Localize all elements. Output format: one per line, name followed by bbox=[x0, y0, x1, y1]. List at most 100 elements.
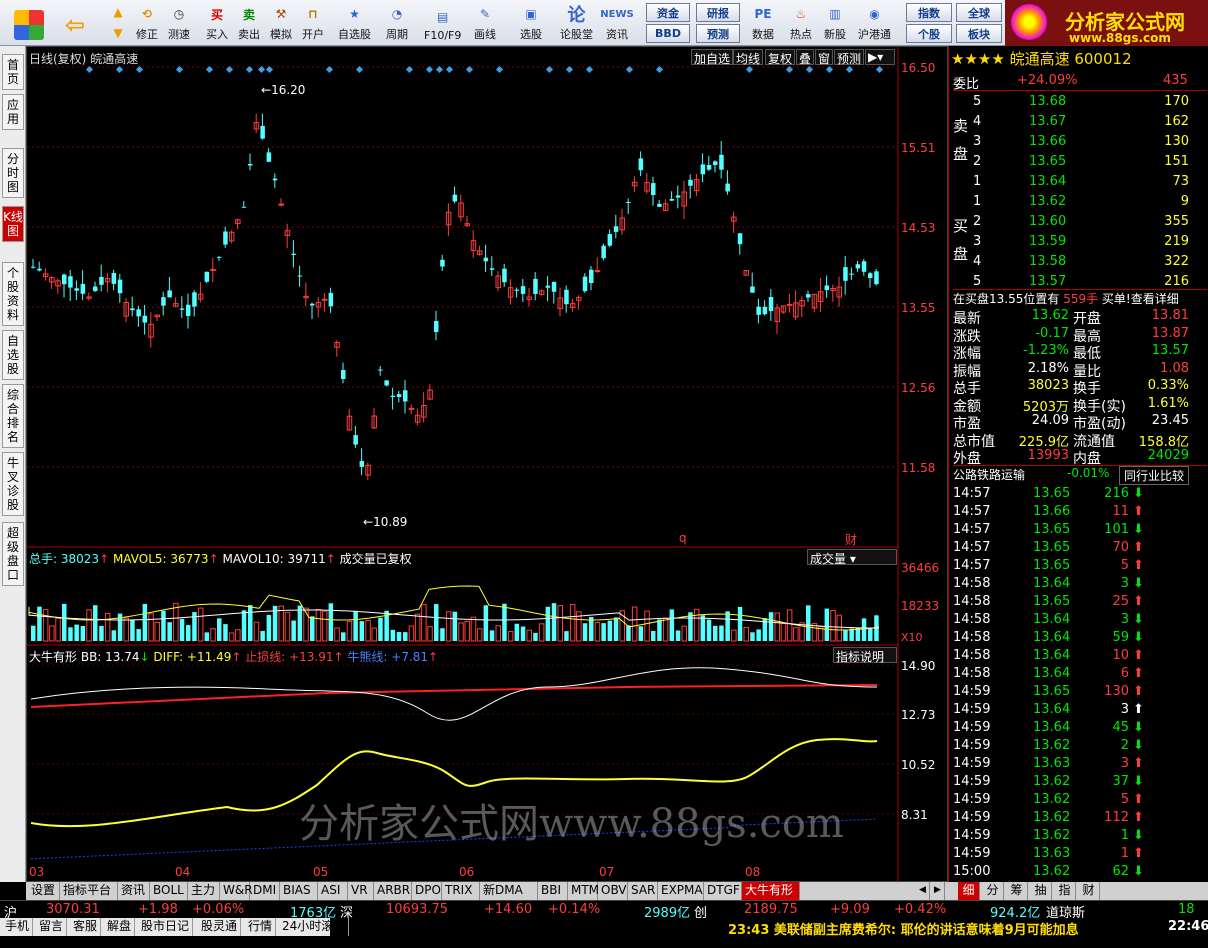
indicator-tab[interactable]: DTGF bbox=[704, 882, 742, 900]
sidenav-diagnosis[interactable]: 牛叉诊股 bbox=[2, 452, 24, 516]
candle-body bbox=[551, 281, 557, 292]
stat-value: 24.09 bbox=[1031, 413, 1069, 428]
f10-button[interactable]: ▤ F10/F9 bbox=[424, 2, 461, 44]
indicator-tab[interactable]: 指标平台 bbox=[60, 882, 118, 900]
tick-price: 13.64 bbox=[1033, 702, 1071, 717]
star-icon: ★ bbox=[349, 7, 360, 21]
candle-body bbox=[248, 164, 253, 166]
quick-link[interactable]: 股灵通 bbox=[198, 918, 242, 936]
bbd-button[interactable]: BBD bbox=[646, 24, 690, 43]
sector-pct: -0.01% bbox=[1067, 466, 1110, 480]
quick-link[interactable]: 手机 bbox=[2, 918, 34, 936]
sidenav-apps[interactable]: 应用 bbox=[2, 94, 24, 130]
event-marker-q[interactable]: q bbox=[679, 531, 687, 545]
quote-tab[interactable]: 分 bbox=[982, 882, 1004, 900]
volume-bar bbox=[346, 620, 353, 642]
tab-scroll-left-icon[interactable]: ◀ bbox=[916, 882, 930, 900]
candle-body bbox=[613, 226, 619, 232]
hk-connect-button[interactable]: ◉ 沪港通 bbox=[858, 2, 891, 44]
news-status-bar: 手机 留言 客服 解盘 股市日记 股灵通 行情 24小时滚动 23:43 美联储副主席费希尔:… bbox=[0, 918, 1208, 948]
scroll-arrows[interactable]: ▲ ▼ bbox=[106, 2, 130, 44]
indicator-tab[interactable]: 主力 bbox=[188, 882, 220, 900]
indicator-tab[interactable]: 设置 bbox=[28, 882, 60, 900]
indicator-tab[interactable]: 大牛有形 bbox=[742, 882, 800, 900]
funds-button[interactable]: 资金 bbox=[646, 3, 690, 22]
sidenav-level2[interactable]: 超级盘口 bbox=[2, 522, 24, 586]
indicator-tab[interactable]: DMI bbox=[250, 882, 280, 900]
indicator-tab[interactable]: OBV bbox=[598, 882, 628, 900]
data-button[interactable]: PE 数据 bbox=[752, 2, 774, 44]
quick-link[interactable]: 留言 bbox=[36, 918, 68, 936]
quick-link[interactable]: 行情 bbox=[245, 918, 277, 936]
quick-link[interactable]: 24小时滚动 bbox=[279, 918, 350, 936]
indicator-tab[interactable]: EXPMA bbox=[658, 882, 704, 900]
quote-tab[interactable]: 细 bbox=[958, 882, 980, 900]
quote-tab[interactable]: 抽 bbox=[1030, 882, 1052, 900]
indicator-tab[interactable]: VR bbox=[348, 882, 374, 900]
indicator-tab[interactable]: TRIX bbox=[442, 882, 480, 900]
quote-tab[interactable]: 财 bbox=[1078, 882, 1100, 900]
simulate-button[interactable]: ⚒ 模拟 bbox=[270, 2, 292, 44]
indicator-tab[interactable]: MTM bbox=[568, 882, 599, 900]
single-stock-button[interactable]: 个股 bbox=[906, 24, 952, 43]
quick-link[interactable]: 客服 bbox=[70, 918, 102, 936]
forecast-button[interactable]: 预测 bbox=[696, 24, 740, 43]
correct-button[interactable]: ⟲ 修正 bbox=[136, 2, 158, 44]
indicator-tab[interactable]: BOLL bbox=[150, 882, 188, 900]
volume-bar bbox=[427, 626, 433, 642]
buy-wall-link[interactable]: 买单!查看详细 bbox=[1102, 292, 1179, 306]
sidenav-kline[interactable]: K线图 bbox=[2, 206, 24, 242]
volume-title: 总手: 38023↑ MAVOL5: 36773↑ MAVOL10: 39711… bbox=[29, 552, 412, 566]
volume-dropdown[interactable]: 成交量 ▾ bbox=[807, 549, 897, 566]
sell-button[interactable]: 卖卖出 bbox=[238, 2, 260, 44]
app-menu-button[interactable] bbox=[14, 2, 44, 44]
indicator-tab[interactable]: W&R bbox=[220, 882, 253, 900]
sidenav-watchlist[interactable]: 自选股 bbox=[2, 330, 24, 380]
sector-name[interactable]: 公路铁路运输 bbox=[953, 468, 1025, 482]
indicator-tab[interactable]: 新DMA bbox=[480, 882, 538, 900]
index-button[interactable]: 指数 bbox=[906, 3, 952, 22]
stat-label: 外盘 bbox=[953, 451, 981, 467]
quick-link[interactable]: 股市日记 bbox=[138, 918, 194, 936]
buy-wall-row[interactable]: 在买盘13.55位置有 559手 买单!查看详细 bbox=[953, 289, 1207, 307]
event-marker-finance[interactable]: 财 bbox=[845, 531, 857, 548]
stock-picker-button[interactable]: ▣ 选股 bbox=[520, 2, 542, 44]
volume-tick: 18233 bbox=[901, 599, 940, 613]
indicator-explain-button[interactable]: 指标说明 bbox=[833, 647, 897, 664]
speedtest-button[interactable]: ◷ 测速 bbox=[168, 2, 190, 44]
sector-button[interactable]: 板块 bbox=[956, 24, 1002, 43]
quote-tab[interactable]: 筹 bbox=[1006, 882, 1028, 900]
open-account-button[interactable]: ⊓ 开户 bbox=[302, 2, 324, 44]
sidenav-profile[interactable]: 个股资料 bbox=[2, 262, 24, 326]
forum-button[interactable]: 论论股堂 bbox=[560, 2, 593, 44]
hot-button[interactable]: ♨ 热点 bbox=[790, 2, 812, 44]
indicator-tab[interactable]: BBI bbox=[538, 882, 568, 900]
news-button[interactable]: NEWS 资讯 bbox=[600, 2, 633, 44]
global-button[interactable]: 全球 bbox=[956, 3, 1002, 22]
quote-tab[interactable]: 指 bbox=[1054, 882, 1076, 900]
indicator-tab[interactable]: DPO bbox=[412, 882, 442, 900]
quick-link[interactable]: 解盘 bbox=[104, 918, 136, 936]
indicator-tab[interactable]: 资讯 bbox=[118, 882, 150, 900]
sidenav-home[interactable]: 首页 bbox=[2, 54, 24, 90]
news-ticker[interactable]: 23:43 美联储副主席费希尔: 耶伦的讲话意味着9月可能加息 bbox=[728, 919, 1079, 938]
research-button[interactable]: 研报 bbox=[696, 3, 740, 22]
sell-level-num: 1 bbox=[973, 174, 982, 189]
tick-price: 13.64 bbox=[1033, 576, 1071, 591]
period-button[interactable]: ◔ 周期 bbox=[386, 2, 408, 44]
ipo-button[interactable]: ▥ 新股 bbox=[824, 2, 846, 44]
tab-scroll-right-icon[interactable]: ▶ bbox=[931, 882, 945, 900]
back-button[interactable]: ⇦ bbox=[64, 2, 86, 44]
indicator-tab[interactable]: ARBR bbox=[374, 882, 412, 900]
draw-button[interactable]: ✎ 画线 bbox=[474, 2, 496, 44]
indicator-tab[interactable]: ASI bbox=[318, 882, 348, 900]
sector-compare-button[interactable]: 同行业比较 bbox=[1119, 466, 1190, 485]
stat-value: 1.08 bbox=[1160, 360, 1189, 376]
buy-button[interactable]: 买买入 bbox=[206, 2, 228, 44]
sidenav-timeshare[interactable]: 分时图 bbox=[2, 148, 24, 198]
indicator-tab[interactable]: BIAS bbox=[280, 882, 318, 900]
watchlist-button[interactable]: ★ 自选股 bbox=[338, 2, 371, 44]
sidenav-ranking[interactable]: 综合排名 bbox=[2, 384, 24, 448]
volume-bar bbox=[186, 625, 191, 641]
indicator-tab[interactable]: SAR bbox=[628, 882, 658, 900]
